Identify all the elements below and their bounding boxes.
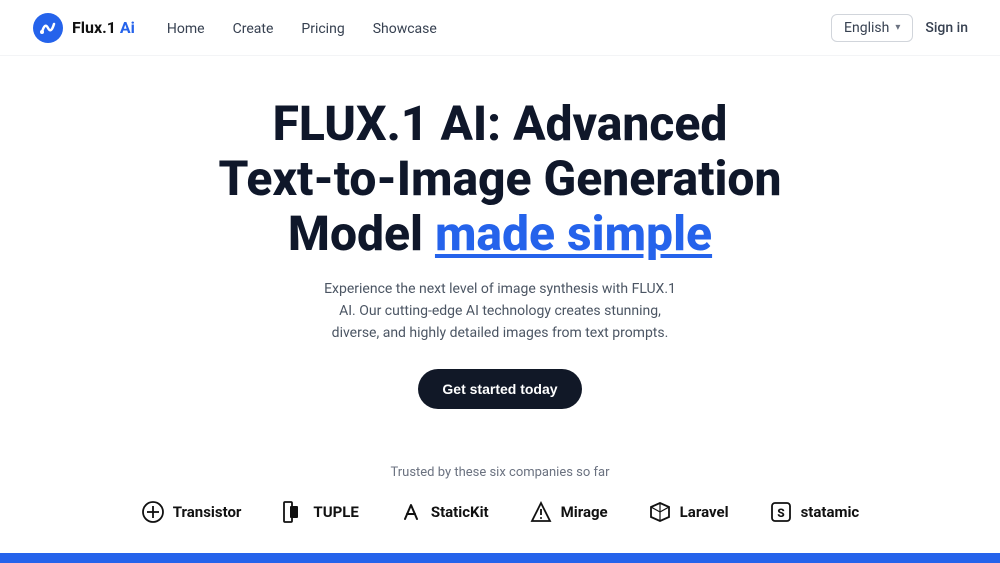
nav-home[interactable]: Home bbox=[167, 21, 205, 37]
laravel-icon bbox=[648, 500, 672, 524]
trusted-label: Trusted by these six companies so far bbox=[390, 465, 609, 480]
nav-create[interactable]: Create bbox=[233, 21, 274, 37]
statickit-label: StaticKit bbox=[431, 503, 489, 521]
hero-title-highlight: made simple bbox=[435, 205, 712, 262]
hero-section: FLUX.1 AI: AdvancedText-to-Image Generat… bbox=[0, 56, 1000, 429]
nav-left: Flux.1 Ai Home Create Pricing Showcase bbox=[32, 12, 437, 44]
cta-button[interactable]: Get started today bbox=[418, 369, 581, 409]
trusted-logos: Transistor TUPLE StaticKit bbox=[141, 500, 860, 524]
list-item: Mirage bbox=[529, 500, 608, 524]
tuple-label: TUPLE bbox=[313, 503, 358, 521]
list-item: Laravel bbox=[648, 500, 729, 524]
laravel-label: Laravel bbox=[680, 503, 729, 521]
logo[interactable]: Flux.1 Ai bbox=[32, 12, 135, 44]
mirage-icon bbox=[529, 500, 553, 524]
nav-showcase[interactable]: Showcase bbox=[373, 21, 437, 37]
nav-right: English ▾ Sign in bbox=[831, 14, 968, 42]
logo-icon bbox=[32, 12, 64, 44]
list-item: StaticKit bbox=[399, 500, 489, 524]
chevron-down-icon: ▾ bbox=[895, 22, 900, 33]
logo-text: Flux.1 Ai bbox=[72, 18, 135, 37]
statamic-label: statamic bbox=[801, 503, 860, 521]
transistor-label: Transistor bbox=[173, 503, 242, 521]
svg-text:S: S bbox=[777, 506, 785, 520]
statickit-icon bbox=[399, 500, 423, 524]
navbar: Flux.1 Ai Home Create Pricing Showcase E… bbox=[0, 0, 1000, 56]
mirage-label: Mirage bbox=[561, 503, 608, 521]
hero-subtitle: Experience the next level of image synth… bbox=[320, 278, 680, 345]
signin-button[interactable]: Sign in bbox=[925, 20, 968, 36]
statamic-icon: S bbox=[769, 500, 793, 524]
tuple-icon bbox=[281, 500, 305, 524]
list-item: S statamic bbox=[769, 500, 860, 524]
bottom-bar bbox=[0, 553, 1000, 563]
transistor-icon bbox=[141, 500, 165, 524]
language-selector[interactable]: English ▾ bbox=[831, 14, 913, 42]
language-label: English bbox=[844, 20, 889, 36]
list-item: TUPLE bbox=[281, 500, 358, 524]
nav-links: Home Create Pricing Showcase bbox=[167, 18, 437, 37]
trusted-section: Trusted by these six companies so far Tr… bbox=[0, 465, 1000, 524]
list-item: Transistor bbox=[141, 500, 242, 524]
hero-title: FLUX.1 AI: AdvancedText-to-Image Generat… bbox=[219, 96, 782, 262]
nav-pricing[interactable]: Pricing bbox=[301, 21, 344, 37]
